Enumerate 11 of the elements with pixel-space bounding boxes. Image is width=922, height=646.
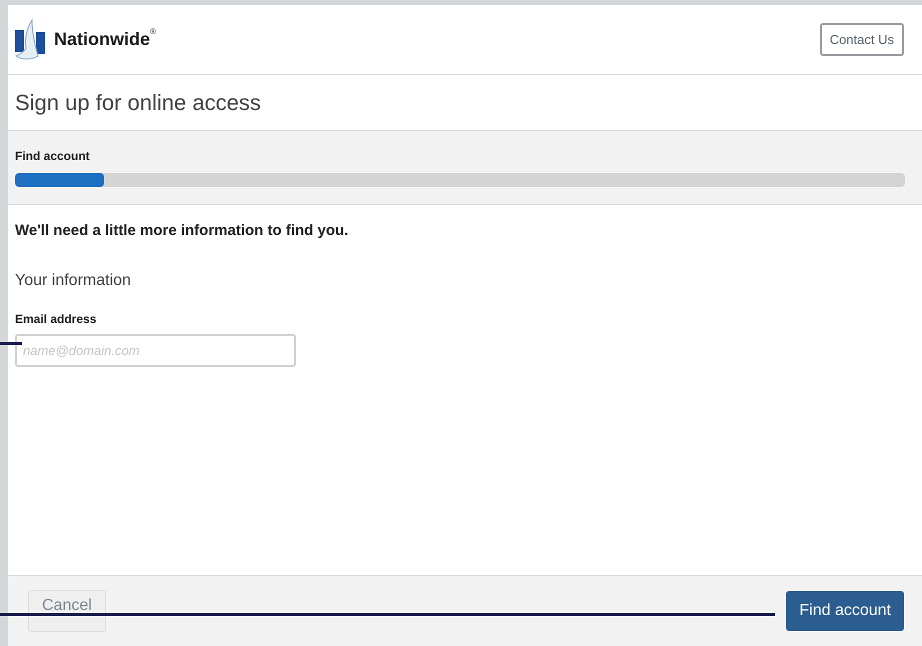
- page-title: Sign up for online access: [15, 89, 261, 117]
- email-input-field[interactable]: name@domain.com: [15, 334, 296, 366]
- registered-mark: ®: [150, 26, 156, 38]
- contact-us-button[interactable]: Contact Us: [820, 23, 904, 56]
- form-heading: We'll need a little more information to find you.: [15, 221, 350, 241]
- brand-name: Nationwide: [54, 29, 150, 51]
- section-title: Your information: [15, 270, 132, 290]
- field-label: Email address: [15, 310, 98, 328]
- find-account-button[interactable]: Find account: [786, 591, 904, 631]
- leader-line: [0, 342, 22, 345]
- progress-label: Find account: [15, 148, 91, 165]
